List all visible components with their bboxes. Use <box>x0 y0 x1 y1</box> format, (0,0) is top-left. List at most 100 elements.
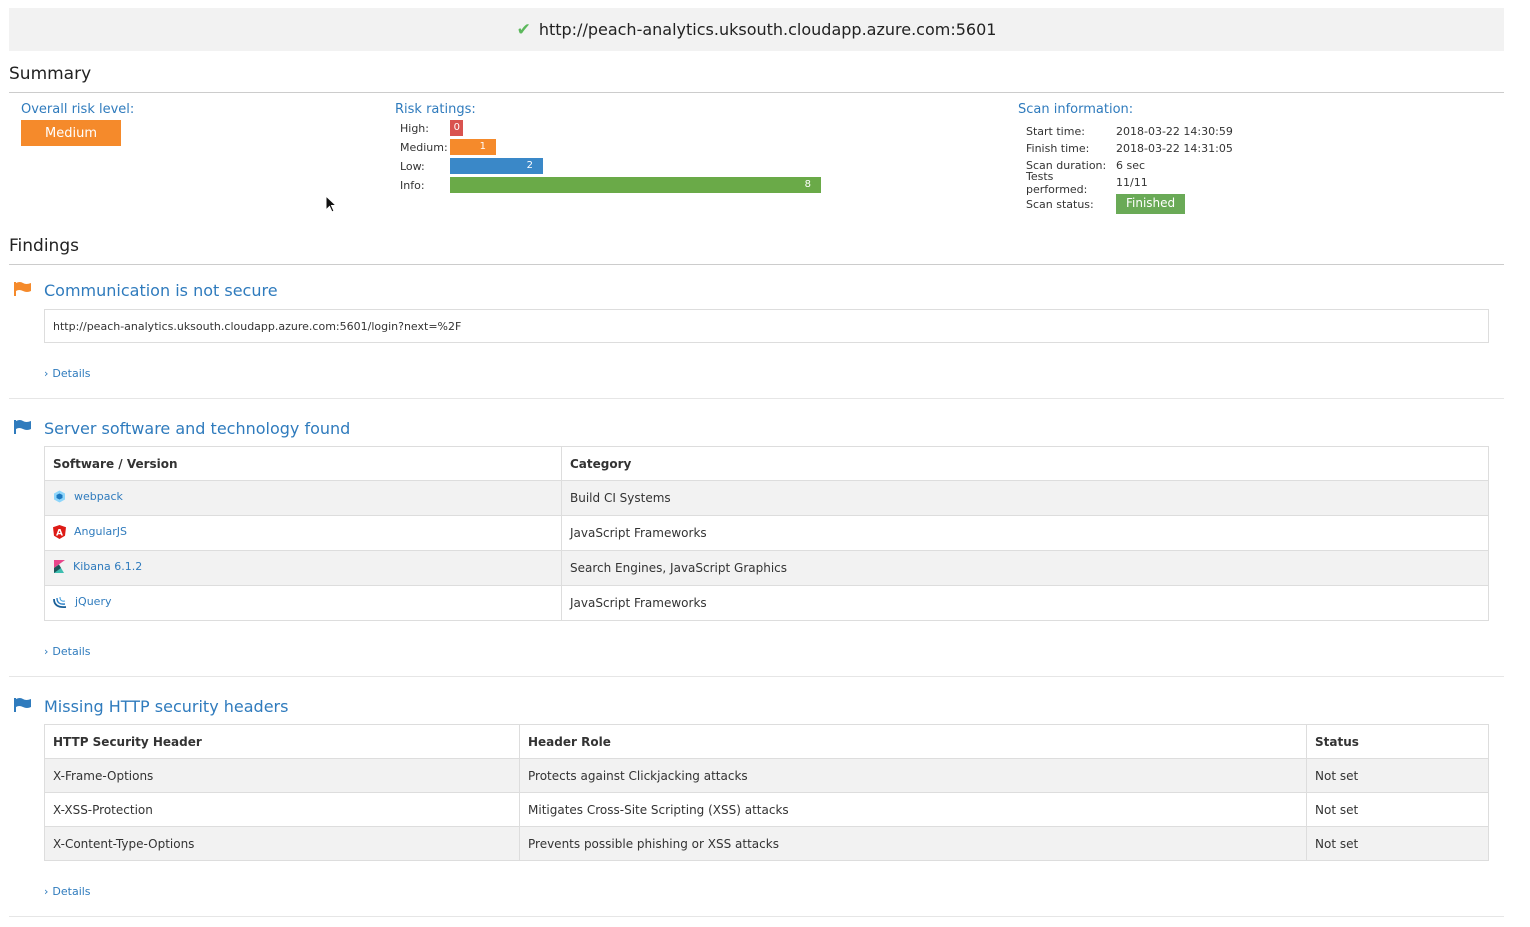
status-cell: Not set <box>1306 826 1489 861</box>
overall-risk-badge: Medium <box>21 120 121 146</box>
finding-title[interactable]: Communication is not secure <box>44 281 278 300</box>
finding-divider <box>9 676 1504 677</box>
scan-value: 6 sec <box>1116 159 1146 172</box>
header-cell: X-Content-Type-Options <box>44 826 520 861</box>
details-label: Details <box>52 367 91 380</box>
finding-divider <box>9 916 1504 917</box>
software-cell: jQuery <box>44 585 562 621</box>
chevron-right-icon: › <box>44 645 49 658</box>
role-cell: Prevents possible phishing or XSS attack… <box>519 826 1307 861</box>
scan-value: 2018-03-22 14:31:05 <box>1116 142 1233 155</box>
rating-high: High: 0 <box>395 119 855 138</box>
summary-title: Summary <box>9 64 92 84</box>
flag-orange-icon <box>9 282 44 299</box>
target-url-bar: ✔ http://peach-analytics.uksouth.cloudap… <box>9 8 1504 51</box>
finding-communication: Communication is not secure http://peach… <box>9 281 1504 380</box>
column-header: Category <box>561 446 1489 481</box>
rating-medium: Medium: 1 <box>395 138 855 157</box>
scan-row-tests: Tests performed: 11/11 <box>1026 170 1233 196</box>
category-cell: Search Engines, JavaScript Graphics <box>561 550 1489 586</box>
rating-label: High: <box>400 122 429 135</box>
mouse-cursor-icon <box>325 195 337 213</box>
software-link[interactable]: Kibana 6.1.2 <box>53 560 142 573</box>
kibana-icon <box>54 560 65 573</box>
svg-text:A: A <box>56 528 63 538</box>
table-row: A AngularJS JavaScript Frameworks <box>44 515 1489 551</box>
status-cell: Not set <box>1306 792 1489 827</box>
webpack-icon <box>54 490 65 503</box>
scan-key: Finish time: <box>1026 142 1090 155</box>
chevron-right-icon: › <box>44 885 49 898</box>
overall-risk: Overall risk level: Medium <box>21 102 134 146</box>
rating-label: Info: <box>400 179 425 192</box>
rating-low: Low: 2 <box>395 157 855 176</box>
details-label: Details <box>52 645 91 658</box>
finding-header: Communication is not secure <box>9 281 1504 300</box>
header-cell: X-Frame-Options <box>44 758 520 793</box>
details-label: Details <box>52 885 91 898</box>
rating-label: Low: <box>400 160 425 173</box>
category-cell: Build CI Systems <box>561 480 1489 516</box>
software-link[interactable]: webpack <box>53 490 123 503</box>
scan-information-label: Scan information: <box>1018 102 1134 117</box>
software-link[interactable]: jQuery <box>53 595 112 609</box>
chevron-right-icon: › <box>44 367 49 380</box>
table-row: jQuery JavaScript Frameworks <box>44 585 1489 621</box>
scan-value: 2018-03-22 14:30:59 <box>1116 125 1233 138</box>
software-link[interactable]: A AngularJS <box>53 524 127 539</box>
column-header: Header Role <box>519 724 1307 759</box>
scan-info-table: Start time: 2018-03-22 14:30:59 Finish t… <box>1026 123 1233 217</box>
scan-row-start: Start time: 2018-03-22 14:30:59 <box>1026 123 1233 140</box>
risk-ratings: Risk ratings: High: 0 Medium: 1 Low: 2 I… <box>395 102 855 195</box>
table-row: Kibana 6.1.2 Search Engines, JavaScript … <box>44 550 1489 586</box>
rating-bar-medium: 1 <box>450 139 496 155</box>
scan-key: Scan status: <box>1026 197 1094 211</box>
column-header: Software / Version <box>44 446 562 481</box>
table-row: X-XSS-Protection Mitigates Cross-Site Sc… <box>44 792 1489 827</box>
finding-header: Missing HTTP security headers <box>9 697 1504 716</box>
column-header: HTTP Security Header <box>44 724 520 759</box>
role-cell: Protects against Clickjacking attacks <box>519 758 1307 793</box>
finding-header: Server software and technology found <box>9 419 1504 438</box>
finding-divider <box>9 398 1504 399</box>
details-toggle[interactable]: › Details <box>44 645 1504 658</box>
table-header-row: Software / Version Category <box>44 446 1489 481</box>
flag-blue-icon <box>9 698 44 715</box>
table-row: X-Content-Type-Options Prevents possible… <box>44 826 1489 861</box>
target-url: http://peach-analytics.uksouth.cloudapp.… <box>538 20 997 39</box>
rating-bar-high: 0 <box>450 120 463 136</box>
check-icon: ✔ <box>516 19 531 40</box>
security-headers-table: HTTP Security Header Header Role Status … <box>44 724 1489 861</box>
scan-key: Tests performed: <box>1026 169 1088 196</box>
software-name: webpack <box>74 490 123 503</box>
finding-software: Server software and technology found Sof… <box>9 419 1504 658</box>
scan-status-badge: Finished <box>1116 194 1186 214</box>
software-cell: Kibana 6.1.2 <box>44 550 562 586</box>
table-row: X-Frame-Options Protects against Clickja… <box>44 758 1489 793</box>
scan-information: Scan information: Start time: 2018-03-22… <box>1018 102 1233 217</box>
scan-key: Start time: <box>1026 125 1085 138</box>
role-cell: Mitigates Cross-Site Scripting (XSS) att… <box>519 792 1307 827</box>
finding-title[interactable]: Missing HTTP security headers <box>44 697 288 716</box>
findings-divider <box>9 264 1504 265</box>
column-header: Status <box>1306 724 1489 759</box>
finding-http-headers: Missing HTTP security headers HTTP Secur… <box>9 697 1504 898</box>
category-cell: JavaScript Frameworks <box>561 515 1489 551</box>
details-toggle[interactable]: › Details <box>44 367 1504 380</box>
jquery-icon <box>53 596 67 608</box>
software-cell: webpack <box>44 480 562 516</box>
status-cell: Not set <box>1306 758 1489 793</box>
rating-bar-low: 2 <box>450 158 543 174</box>
details-toggle[interactable]: › Details <box>44 885 1504 898</box>
software-table: Software / Version Category webpack Buil… <box>44 446 1489 621</box>
software-name: AngularJS <box>74 525 127 538</box>
findings-title: Findings <box>9 236 79 256</box>
software-name: jQuery <box>75 595 112 608</box>
overall-risk-label: Overall risk level: <box>21 102 135 117</box>
rating-bar-info: 8 <box>450 177 821 193</box>
rating-info: Info: 8 <box>395 176 855 195</box>
scan-row-finish: Finish time: 2018-03-22 14:31:05 <box>1026 140 1233 157</box>
scan-value: 11/11 <box>1116 176 1148 189</box>
finding-title[interactable]: Server software and technology found <box>44 419 350 438</box>
software-cell: A AngularJS <box>44 515 562 551</box>
